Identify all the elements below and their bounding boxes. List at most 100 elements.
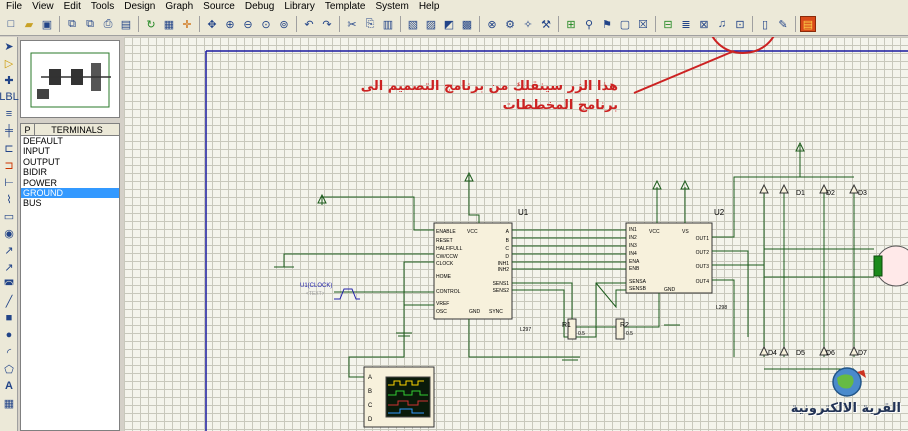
notes-icon[interactable]: ✎ bbox=[775, 16, 791, 32]
current-probe-icon[interactable]: ↗ bbox=[1, 259, 17, 275]
component-mode-icon[interactable]: ▷ bbox=[1, 55, 17, 71]
watermark-text: القرية الالكترونية bbox=[790, 401, 901, 416]
u2-pin-in4: IN4 bbox=[629, 251, 637, 257]
property-assignment-icon[interactable]: ⚑ bbox=[599, 16, 615, 32]
make-device-icon[interactable]: ⚙ bbox=[502, 16, 518, 32]
tape-recorder-icon[interactable]: ▭ bbox=[1, 208, 17, 224]
search-icon[interactable]: ⚲ bbox=[581, 16, 597, 32]
terminal-item-bidir[interactable]: BIDIR bbox=[21, 167, 119, 177]
menu-file[interactable]: File bbox=[2, 0, 28, 13]
audio-icon[interactable]: ♫ bbox=[714, 16, 730, 32]
terminal-item-default[interactable]: DEFAULT bbox=[21, 136, 119, 146]
layout-icon[interactable]: ⊡ bbox=[732, 16, 748, 32]
block-delete-icon[interactable]: ▩ bbox=[459, 16, 475, 32]
pick-button[interactable]: P bbox=[21, 124, 35, 135]
terminal-item-bus[interactable]: BUS bbox=[21, 198, 119, 208]
scope-channel-c: C bbox=[368, 403, 373, 409]
generator-text: <TEXT> bbox=[306, 291, 325, 297]
menu-help[interactable]: Help bbox=[415, 0, 446, 13]
voltage-probe-icon[interactable]: ↗ bbox=[1, 242, 17, 258]
u1-pin-osc: OSC bbox=[436, 309, 447, 315]
terminal-icon[interactable]: ⊐ bbox=[1, 157, 17, 173]
menu-view[interactable]: View bbox=[28, 0, 60, 13]
d7-ref: D7 bbox=[858, 350, 867, 357]
save-icon[interactable]: ▣ bbox=[39, 16, 55, 32]
open-folder-icon[interactable]: ▰ bbox=[21, 16, 37, 32]
block-copy-icon[interactable]: ▧ bbox=[405, 16, 421, 32]
generator-icon[interactable]: ◉ bbox=[1, 225, 17, 241]
block-rotate-icon[interactable]: ◩ bbox=[441, 16, 457, 32]
design-explorer-icon[interactable]: ▯ bbox=[757, 16, 773, 32]
cut-icon[interactable]: ✂ bbox=[344, 16, 360, 32]
decompose-icon[interactable]: ⚒ bbox=[538, 16, 554, 32]
bill-of-materials-icon[interactable]: ≣ bbox=[678, 16, 694, 32]
import-icon[interactable]: ⧉ bbox=[64, 16, 80, 32]
grid-icon[interactable]: ▦ bbox=[161, 16, 177, 32]
ares-pcb-icon[interactable]: ▤ bbox=[800, 16, 816, 32]
menu-template[interactable]: Template bbox=[321, 0, 372, 13]
terminal-item-output[interactable]: OUTPUT bbox=[21, 157, 119, 167]
box-tool-icon[interactable]: ■ bbox=[1, 310, 17, 326]
device-pin-icon[interactable]: ⊢ bbox=[1, 174, 17, 190]
remove-sheet-icon[interactable]: ☒ bbox=[635, 16, 651, 32]
menu-tools[interactable]: Tools bbox=[87, 0, 120, 13]
scope-channel-b: B bbox=[368, 389, 372, 395]
wire-autorouter-icon[interactable]: ⊞ bbox=[563, 16, 579, 32]
menu-edit[interactable]: Edit bbox=[60, 0, 87, 13]
netlist-icon[interactable]: ⊟ bbox=[660, 16, 676, 32]
packaging-icon[interactable]: ✧ bbox=[520, 16, 536, 32]
arc-tool-icon[interactable]: ◜ bbox=[1, 344, 17, 360]
print-area-icon[interactable]: ▤ bbox=[118, 16, 134, 32]
terminal-item-power[interactable]: POWER bbox=[21, 178, 119, 188]
block-move-icon[interactable]: ▨ bbox=[423, 16, 439, 32]
redo-icon[interactable]: ↷ bbox=[319, 16, 335, 32]
menu-source[interactable]: Source bbox=[199, 0, 241, 13]
refresh-icon[interactable]: ↻ bbox=[143, 16, 159, 32]
u1-pin-reset: RESET bbox=[436, 238, 453, 244]
zoom-in-icon[interactable]: ⊕ bbox=[222, 16, 238, 32]
r1-value: 0.5 bbox=[578, 331, 585, 337]
pick-device-icon[interactable]: ⊗ bbox=[484, 16, 500, 32]
menu-design[interactable]: Design bbox=[120, 0, 161, 13]
u1-pin-sync: SYNC bbox=[489, 309, 503, 315]
text-tool-icon[interactable]: A bbox=[1, 378, 17, 394]
circle-tool-icon[interactable]: ● bbox=[1, 327, 17, 343]
pan-icon[interactable]: ✥ bbox=[204, 16, 220, 32]
zoom-area-icon[interactable]: ⊚ bbox=[276, 16, 292, 32]
wire-label-icon[interactable]: LBL bbox=[0, 89, 19, 105]
undo-icon[interactable]: ↶ bbox=[301, 16, 317, 32]
text-script-icon[interactable]: ≡ bbox=[1, 106, 17, 122]
new-file-icon[interactable]: □ bbox=[3, 16, 19, 32]
origin-icon[interactable]: ✛ bbox=[179, 16, 195, 32]
bus-icon[interactable]: ╪ bbox=[1, 123, 17, 139]
menu-library[interactable]: Library bbox=[280, 0, 321, 13]
diodes-top[interactable] bbox=[759, 183, 859, 194]
new-sheet-icon[interactable]: ▢ bbox=[617, 16, 633, 32]
junction-icon[interactable]: ✚ bbox=[1, 72, 17, 88]
line-tool-icon[interactable]: ╱ bbox=[1, 293, 17, 309]
menu-debug[interactable]: Debug bbox=[241, 0, 280, 13]
path-tool-icon[interactable]: ⬠ bbox=[1, 361, 17, 377]
copy-icon[interactable]: ⎘ bbox=[362, 16, 378, 32]
selection-mode-icon[interactable]: ➤ bbox=[1, 38, 17, 54]
u1-pin-sens2: SENS2 bbox=[493, 288, 510, 294]
terminal-item-ground[interactable]: GROUND bbox=[21, 187, 119, 199]
overview-window[interactable] bbox=[20, 40, 120, 118]
print-icon[interactable]: ⎙ bbox=[100, 16, 116, 32]
arabic-annotation: هذا الزر سينقلك من برنامج التصميم الى بر… bbox=[361, 77, 618, 115]
subcircuit-icon[interactable]: ⊏ bbox=[1, 140, 17, 156]
export-icon[interactable]: ⧉ bbox=[82, 16, 98, 32]
zoom-out-icon[interactable]: ⊖ bbox=[240, 16, 256, 32]
zoom-all-icon[interactable]: ⊙ bbox=[258, 16, 274, 32]
menu-system[interactable]: System bbox=[371, 0, 414, 13]
u1-pin-control: CONTROL bbox=[436, 289, 461, 295]
symbol-tool-icon[interactable]: ▦ bbox=[1, 395, 17, 411]
clock-generator[interactable] bbox=[334, 288, 360, 300]
electrical-rules-icon[interactable]: ⊠ bbox=[696, 16, 712, 32]
menu-graph[interactable]: Graph bbox=[161, 0, 199, 13]
paste-icon[interactable]: ▥ bbox=[380, 16, 396, 32]
u1-pin-inh2: INH2 bbox=[498, 267, 510, 273]
virtual-instrument-icon[interactable]: ◚ bbox=[1, 276, 17, 292]
graph-icon[interactable]: ⌇ bbox=[1, 191, 17, 207]
terminal-item-input[interactable]: INPUT bbox=[21, 146, 119, 156]
